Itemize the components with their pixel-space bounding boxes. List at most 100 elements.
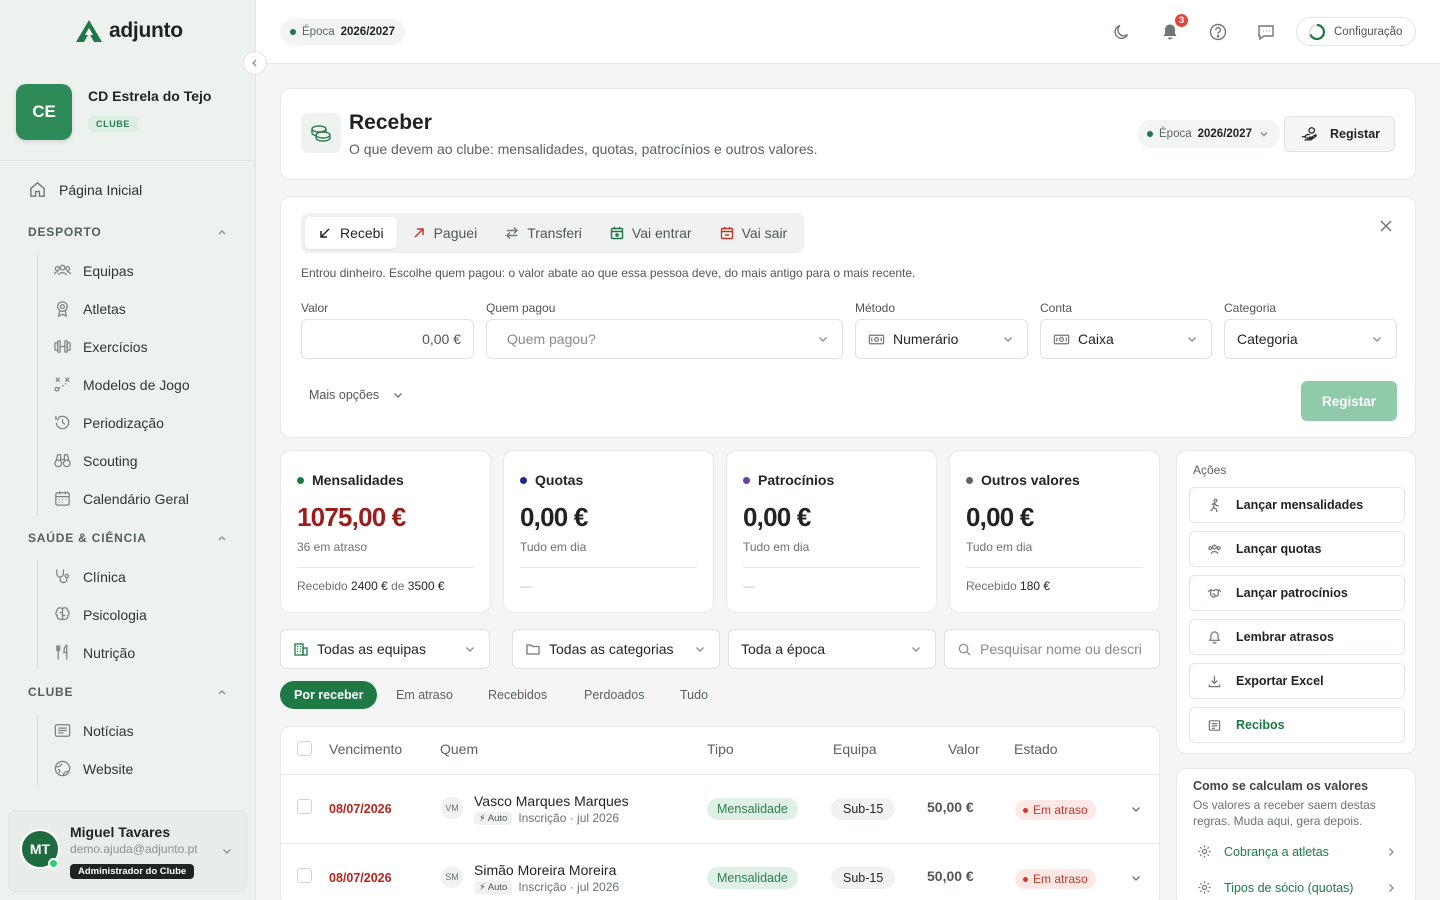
column-header-tipo[interactable]: Tipo — [707, 741, 734, 757]
chevron-down-icon[interactable] — [1129, 802, 1143, 816]
sidebar-item-noticias[interactable]: Notícias — [53, 721, 134, 740]
submit-register-button[interactable]: Registar — [1301, 381, 1397, 421]
config-button[interactable]: Configuração — [1296, 17, 1416, 46]
period-filter[interactable]: Toda a época — [728, 629, 936, 669]
header-season-selector[interactable]: Época 2026/2027 — [1137, 120, 1280, 148]
search-input[interactable]: Pesquisar nome ou descri — [944, 629, 1160, 669]
nav-section-desporto[interactable]: DESPORTO — [28, 225, 228, 239]
stat-card-quotas[interactable]: Quotas 0,00 € Tudo em dia — — [503, 450, 714, 613]
close-form-button[interactable] — [1379, 219, 1393, 233]
medal-icon — [53, 299, 72, 318]
launch-sponsorships-button[interactable]: Lançar patrocínios — [1189, 575, 1405, 611]
coins-icon — [301, 113, 341, 153]
categoria-select[interactable]: Categoria — [1224, 319, 1397, 359]
nav-section-title: SAÚDE & CIÊNCIA — [28, 531, 147, 545]
bell-icon — [1206, 630, 1222, 645]
sidebar-item-clinica[interactable]: Clínica — [53, 567, 126, 586]
stat-card-mensalidades[interactable]: Mensalidades 1075,00 € 36 em atraso Rece… — [280, 450, 491, 613]
tab-vai-sair[interactable]: Vai sair — [707, 217, 801, 249]
remind-overdue-button[interactable]: Lembrar atrasos — [1189, 619, 1405, 655]
tab-recebi[interactable]: Recebi — [305, 217, 397, 249]
conta-select[interactable]: Caixa — [1040, 319, 1212, 359]
receipts-button[interactable]: Recibos — [1189, 707, 1405, 743]
categoria-label: Categoria — [1224, 301, 1277, 315]
tab-paguei[interactable]: Paguei — [399, 217, 491, 249]
tab-perdoados[interactable]: Perdoados — [570, 681, 658, 709]
collapse-sidebar-button[interactable] — [243, 51, 267, 75]
sidebar-item-label: Periodização — [83, 414, 164, 431]
chevron-up-icon — [218, 690, 226, 695]
sidebar-item-home[interactable]: Página Inicial — [28, 180, 142, 199]
sidebar-item-nutricao[interactable]: Nutrição — [53, 643, 135, 662]
stat-dot — [743, 476, 750, 484]
sidebar-item-modelos[interactable]: Modelos de Jogo — [53, 375, 190, 394]
column-header-valor[interactable]: Valor — [948, 741, 980, 757]
stat-value: 0,00 € — [743, 502, 811, 532]
user-menu[interactable]: MT Miguel Tavares demo.ajuda@adjunto.pt … — [8, 810, 247, 892]
tab-recebidos[interactable]: Recebidos — [474, 681, 561, 709]
chevron-down-icon[interactable] — [1129, 871, 1143, 885]
season-label: Época — [1159, 128, 1192, 140]
more-options-toggle[interactable]: Mais opções — [309, 388, 405, 402]
valor-input[interactable]: 0,00 € — [301, 319, 474, 359]
stethoscope-icon — [53, 567, 72, 586]
categories-filter[interactable]: Todas as categorias — [512, 629, 720, 669]
amount: 50,00 € — [927, 799, 974, 815]
register-button[interactable]: Registar — [1284, 116, 1395, 152]
tab-transferi[interactable]: Transferi — [492, 217, 595, 249]
season-value: 2026/2027 — [340, 26, 395, 38]
tab-vai-entrar[interactable]: Vai entrar — [597, 217, 705, 249]
club-card[interactable]: CE CD Estrela do Tejo CLUBE — [0, 64, 255, 161]
teams-filter[interactable]: Todas as equipas — [280, 629, 490, 669]
tab-por-receber[interactable]: Por receber — [280, 681, 378, 709]
theme-toggle-button[interactable] — [1110, 20, 1134, 44]
stat-title: Patrocínios — [758, 472, 835, 488]
calendar-plus-icon — [610, 227, 624, 240]
status-badge: Em atraso — [1015, 869, 1096, 889]
stat-subtitle: Tudo em dia — [520, 540, 587, 554]
action-label: Lançar patrocínios — [1236, 586, 1348, 600]
stat-card-patrocinios[interactable]: Patrocínios 0,00 € Tudo em dia — — [726, 450, 937, 613]
nav-section-saude[interactable]: SAÚDE & CIÊNCIA — [28, 531, 228, 545]
sidebar: adjunto CE CD Estrela do Tejo CLUBE Pági… — [0, 0, 256, 900]
sidebar-item-psicologia[interactable]: Psicologia — [53, 605, 147, 624]
column-header-estado[interactable]: Estado — [1014, 741, 1058, 757]
sidebar-item-scouting[interactable]: Scouting — [53, 451, 137, 470]
tab-tudo[interactable]: Tudo — [666, 681, 722, 709]
moon-icon — [1114, 24, 1129, 39]
help-button[interactable] — [1206, 20, 1230, 44]
sidebar-item-periodizacao[interactable]: Periodização — [53, 413, 164, 432]
sidebar-item-calendario[interactable]: Calendário Geral — [53, 489, 189, 508]
quem-pagou-select[interactable]: Quem pagou? — [486, 319, 843, 359]
more-options-label: Mais opções — [309, 388, 380, 402]
launch-quotas-button[interactable]: Lançar quotas — [1189, 531, 1405, 567]
quem-placeholder: Quem pagou? — [507, 331, 596, 347]
column-header-quem[interactable]: Quem — [440, 741, 478, 757]
sidebar-item-atletas[interactable]: Atletas — [53, 299, 126, 318]
column-header-vencimento[interactable]: Vencimento — [329, 741, 402, 757]
row-checkbox[interactable] — [297, 799, 312, 814]
chevron-left-icon — [252, 59, 257, 67]
stat-title: Quotas — [535, 472, 584, 488]
season-selector[interactable]: Época 2026/2027 — [280, 19, 405, 45]
metodo-select[interactable]: Numerário — [855, 319, 1028, 359]
member-types-link[interactable]: Tipos de sócio (quotas) — [1197, 880, 1397, 895]
chevron-down-icon — [912, 647, 920, 652]
export-excel-button[interactable]: Exportar Excel — [1189, 663, 1405, 699]
progress-ring-icon — [1308, 23, 1326, 40]
messages-button[interactable] — [1254, 20, 1278, 44]
select-all-checkbox[interactable] — [297, 741, 312, 756]
stat-card-outros[interactable]: Outros valores 0,00 € Tudo em dia Recebi… — [949, 450, 1160, 613]
launch-monthly-fees-button[interactable]: Lançar mensalidades — [1189, 487, 1405, 523]
tab-label: Vai entrar — [631, 225, 692, 241]
sidebar-item-exercicios[interactable]: Exercícios — [53, 337, 148, 356]
nav-section-clube[interactable]: CLUBE — [28, 685, 228, 699]
sidebar-item-website[interactable]: Website — [53, 759, 133, 778]
row-checkbox[interactable] — [297, 868, 312, 883]
tab-em-atraso[interactable]: Em atraso — [382, 681, 467, 709]
brand-logo[interactable]: adjunto — [75, 19, 183, 43]
column-header-equipa[interactable]: Equipa — [833, 741, 877, 757]
sidebar-item-equipas[interactable]: Equipas — [53, 261, 134, 280]
athlete-billing-link[interactable]: Cobrança a atletas — [1197, 844, 1397, 859]
download-icon — [1206, 674, 1222, 689]
